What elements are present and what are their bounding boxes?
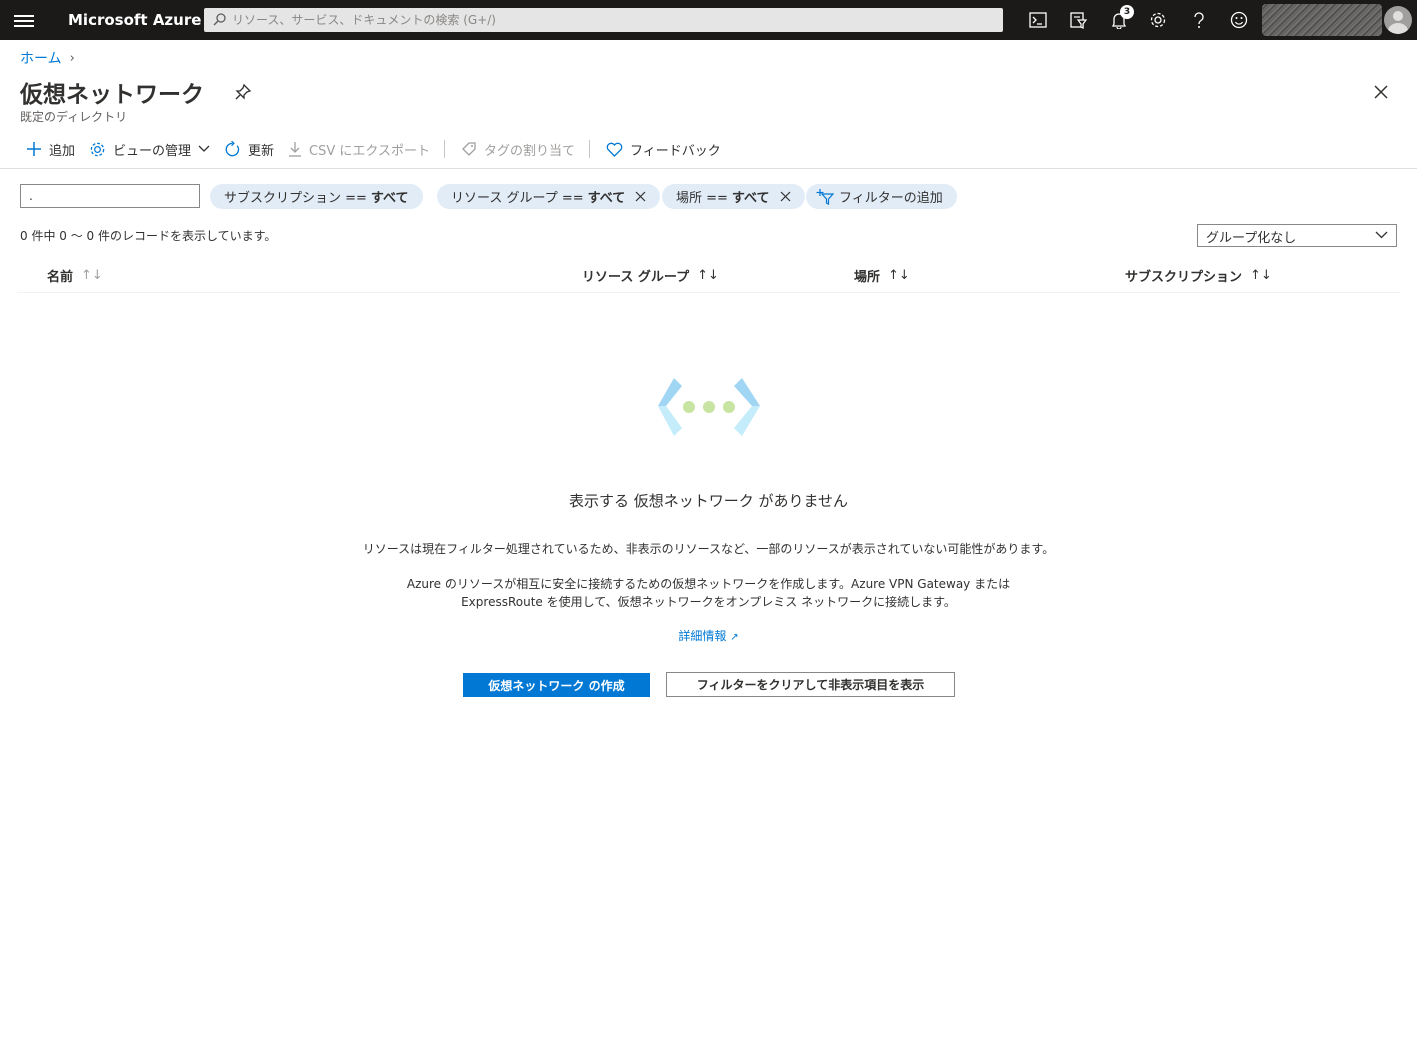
tag-icon — [462, 142, 476, 156]
page-title: 仮想ネットワーク — [20, 82, 204, 108]
column-header-resource-group-label: リソース グループ — [582, 270, 690, 285]
learn-more-container: 詳細情報 ↗ — [0, 627, 1417, 644]
notification-badge: 3 — [1120, 5, 1134, 19]
column-header-name[interactable]: 名前 ↑↓ — [47, 266, 103, 285]
avatar[interactable] — [1384, 6, 1412, 34]
heart-icon — [606, 142, 623, 157]
virtual-network-icon — [656, 376, 762, 444]
directory-filter-icon[interactable] — [1067, 9, 1089, 31]
create-virtual-network-button[interactable]: 仮想ネットワーク の作成 — [463, 673, 650, 697]
subscription-filter-label: サブスクリプション == — [224, 191, 367, 206]
assign-tags-button[interactable]: タグの割り当て — [461, 140, 575, 159]
refresh-label: 更新 — [248, 143, 275, 159]
settings-icon[interactable] — [1147, 9, 1169, 31]
table-header: 名前 ↑↓ リソース グループ ↑↓ 場所 ↑↓ サブスクリプション ↑↓ — [17, 258, 1400, 293]
clear-filters-button[interactable]: フィルターをクリアして非表示項目を表示 — [666, 672, 955, 697]
close-icon[interactable] — [635, 191, 646, 202]
sort-icon: ↑↓ — [81, 268, 103, 283]
export-csv-button[interactable]: CSV にエクスポート — [288, 140, 430, 159]
resource-group-filter-pill[interactable]: リソース グループ == すべて — [437, 184, 661, 209]
command-bar-divider — [0, 168, 1417, 169]
chevron-down-icon — [198, 145, 210, 152]
column-header-resource-group[interactable]: リソース グループ ↑↓ — [582, 266, 719, 285]
close-icon[interactable] — [1372, 83, 1390, 105]
notifications-icon[interactable]: 3 — [1108, 5, 1134, 31]
chevron-right-icon: › — [69, 50, 75, 66]
sort-icon: ↑↓ — [888, 268, 910, 283]
chevron-down-icon — [1375, 231, 1388, 239]
command-separator — [444, 140, 446, 158]
search-input[interactable] — [232, 8, 992, 32]
location-filter-label: 場所 == — [676, 191, 728, 206]
command-separator — [589, 140, 591, 158]
add-button[interactable]: 追加 — [26, 140, 75, 159]
location-filter-pill[interactable]: 場所 == すべて — [662, 184, 805, 209]
add-filter-label: フィルターの追加 — [839, 191, 943, 206]
learn-more-link[interactable]: 詳細情報 ↗ — [678, 629, 738, 643]
feedback-smile-icon[interactable] — [1228, 9, 1250, 31]
filter-name-input[interactable] — [20, 184, 200, 208]
subscription-filter-pill[interactable]: サブスクリプション == すべて — [210, 184, 423, 209]
location-filter-value: すべて — [731, 191, 770, 206]
command-bar: 追加 ビューの管理 更新 CSV にエクスポート タグの割り当て フィードバック — [20, 138, 735, 160]
assign-tags-label: タグの割り当て — [484, 143, 576, 159]
empty-state-title: 表示する 仮想ネットワーク がありません — [568, 492, 849, 510]
breadcrumb-home-link[interactable]: ホーム — [20, 48, 62, 68]
menu-icon[interactable] — [14, 12, 34, 28]
records-count-text: 0 件中 0 ～ 0 件のレコードを表示しています。 — [20, 229, 277, 243]
empty-state-description-line2: ExpressRoute を使用して、仮想ネットワークをオンプレミス ネットワー… — [461, 595, 956, 609]
add-button-label: 追加 — [49, 143, 76, 159]
feedback-label: フィードバック — [630, 143, 721, 159]
download-icon — [289, 142, 302, 157]
external-link-icon: ↗ — [730, 632, 739, 643]
portal-brand[interactable]: Microsoft Azure — [68, 11, 201, 29]
plus-icon — [27, 142, 41, 156]
feedback-button[interactable]: フィードバック — [606, 140, 721, 159]
column-header-location-label: 場所 — [854, 270, 881, 285]
sort-icon: ↑↓ — [697, 268, 719, 283]
manage-view-label: ビューの管理 — [113, 143, 192, 159]
add-filter-icon — [816, 188, 834, 205]
subscription-filter-value: すべて — [370, 191, 409, 206]
grouping-selected-value: グループ化なし — [1206, 231, 1297, 246]
cloud-shell-icon[interactable] — [1027, 9, 1049, 31]
add-filter-button[interactable]: フィルターの追加 — [806, 184, 957, 209]
learn-more-label: 詳細情報 — [678, 629, 727, 643]
pin-icon[interactable] — [234, 83, 252, 105]
resource-group-filter-value: すべて — [587, 191, 626, 206]
refresh-icon — [225, 140, 240, 156]
column-header-location[interactable]: 場所 ↑↓ — [854, 266, 910, 285]
refresh-button[interactable]: 更新 — [224, 140, 274, 159]
resource-group-filter-label: リソース グループ == — [451, 191, 584, 206]
breadcrumb: ホーム › — [20, 48, 75, 68]
column-header-subscription[interactable]: サブスクリプション ↑↓ — [1125, 266, 1272, 285]
sort-icon: ↑↓ — [1250, 268, 1272, 283]
grouping-dropdown[interactable]: グループ化なし — [1197, 224, 1397, 247]
gear-icon — [90, 142, 105, 156]
column-header-subscription-label: サブスクリプション — [1125, 270, 1243, 285]
help-icon[interactable] — [1188, 9, 1210, 31]
top-bar: Microsoft Azure 3 — [0, 0, 1417, 40]
empty-state-description-line1: Azure のリソースが相互に安全に接続するための仮想ネットワークを作成します。… — [406, 577, 1011, 591]
empty-state-filter-note: リソースは現在フィルター処理されているため、非表示のリソースなど、一部のリソース… — [362, 542, 1055, 556]
export-csv-label: CSV にエクスポート — [309, 143, 431, 159]
column-header-name-label: 名前 — [47, 270, 74, 285]
close-icon[interactable] — [780, 191, 791, 202]
search-icon — [213, 13, 226, 30]
account-menu[interactable] — [1262, 4, 1382, 36]
page-subtitle: 既定のディレクトリ — [20, 110, 128, 124]
global-search[interactable] — [204, 8, 1003, 32]
manage-view-button[interactable]: ビューの管理 — [89, 140, 210, 159]
